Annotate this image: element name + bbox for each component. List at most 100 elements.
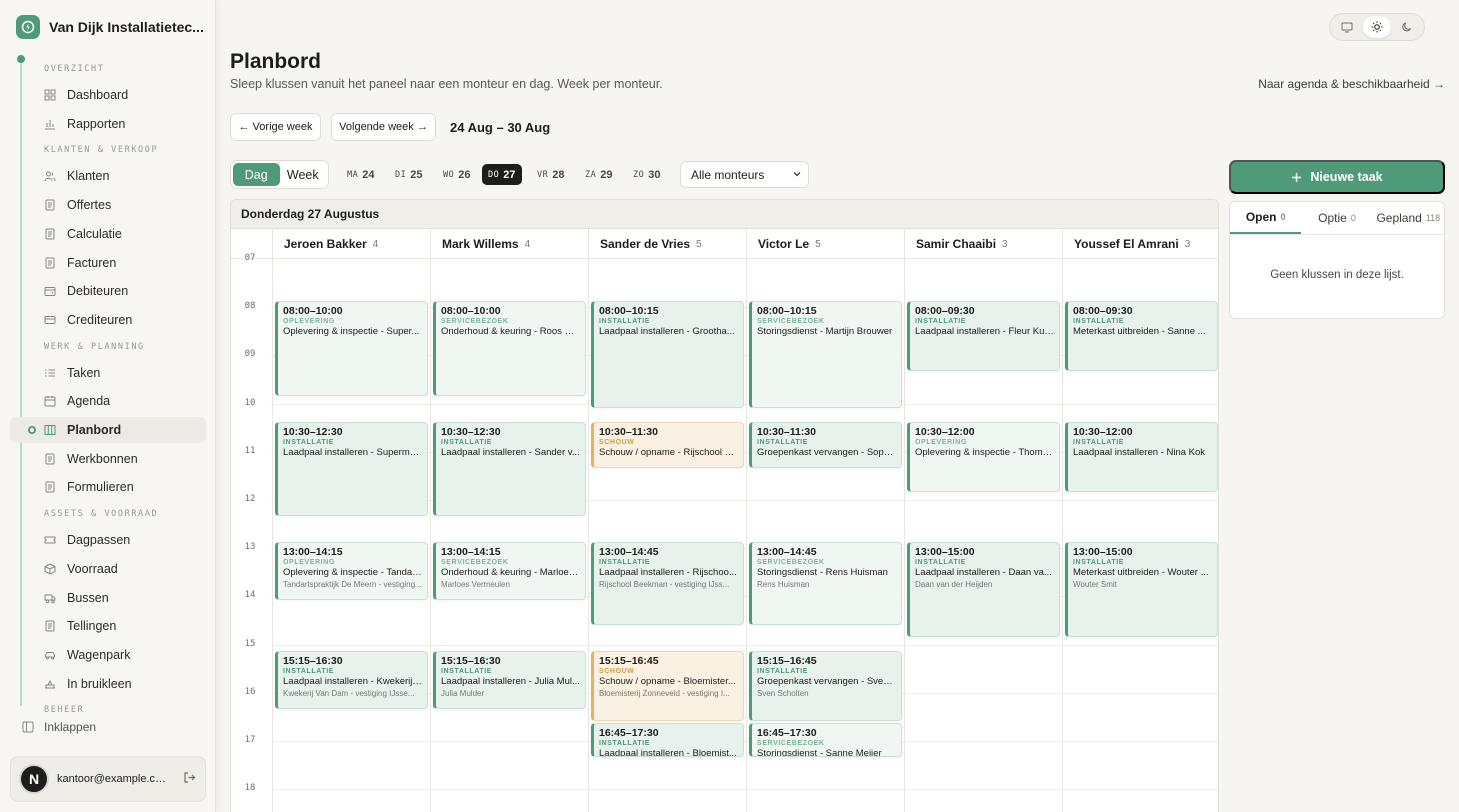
- tab-day[interactable]: Dag: [233, 163, 280, 186]
- sidebar-item-planbord[interactable]: Planbord: [10, 417, 206, 443]
- next-week-button[interactable]: Volgende week →: [331, 113, 436, 141]
- sidebar-item-debiteuren[interactable]: Debiteuren: [10, 278, 206, 304]
- job-title: Storingsdienst - Martijn Brouwer: [757, 326, 893, 338]
- job-card[interactable]: 08:00–10:15 INSTALLATIE Laadpaal installer…: [591, 301, 744, 408]
- job-card[interactable]: 10:30–12:30 INSTALLATIE Laadpaal installer…: [433, 421, 586, 517]
- job-card[interactable]: 10:30–12:00 OPLEVERING Oplevering & inspec…: [907, 421, 1060, 492]
- clipboard-icon: [44, 453, 56, 465]
- tab-optie[interactable]: Optie 0: [1301, 202, 1372, 234]
- day-di[interactable]: DI 25: [389, 164, 429, 185]
- sidebar-item-dagpassen[interactable]: Dagpassen: [10, 527, 206, 553]
- job-type-badge: SCHOUW: [599, 438, 635, 446]
- job-count: 5: [696, 238, 702, 250]
- job-card[interactable]: 08:00–10:00 SERVICEBEZOEK Onderhoud & keur…: [433, 301, 586, 396]
- job-card[interactable]: 10:30–12:30 INSTALLATIE Laadpaal installer…: [275, 421, 428, 517]
- job-card[interactable]: 13:00–15:00 INSTALLATIE Laadpaal installer…: [907, 542, 1060, 637]
- sidebar-item-bussen[interactable]: Bussen: [10, 585, 206, 611]
- job-card[interactable]: 15:15–16:45 SCHOUW Schouw / opname - Bloem…: [591, 650, 744, 721]
- hour-label: 14: [244, 590, 256, 601]
- sidebar-item-label: Calculatie: [67, 226, 122, 241]
- day-zo[interactable]: ZO 30: [627, 164, 667, 185]
- sidebar-item-facturen[interactable]: Facturen: [10, 250, 206, 276]
- collapse-button[interactable]: Inklappen: [22, 720, 96, 734]
- day-do[interactable]: DO 27: [482, 164, 522, 185]
- day-ma[interactable]: MA 24: [341, 164, 381, 185]
- sidebar-item-wagenpark[interactable]: Wagenpark: [10, 642, 206, 668]
- day-number: 26: [458, 168, 471, 181]
- job-title: Onderhoud & keuring - Marloes...: [441, 567, 582, 579]
- job-time: 10:30–11:30: [599, 425, 658, 438]
- agenda-link[interactable]: Naar agenda & beschikbaarheid →: [1258, 77, 1445, 91]
- job-card[interactable]: 08:00–09:30 INSTALLATIE Meterkast uitbreid…: [1065, 301, 1218, 372]
- hour-label: 16: [244, 686, 256, 697]
- job-type-badge: SERVICEBEZOEK: [757, 559, 825, 567]
- job-subtitle: Rens Huisman: [757, 580, 810, 590]
- collapse-label: Inklappen: [44, 720, 97, 734]
- plus-icon: [1292, 172, 1302, 182]
- tab-week[interactable]: Week: [280, 163, 327, 186]
- moon-icon[interactable]: [1393, 16, 1421, 38]
- sidebar-item-dashboard[interactable]: Dashboard: [10, 82, 206, 108]
- job-card[interactable]: 10:30–12:00 INSTALLATIE Laadpaal installer…: [1065, 421, 1218, 492]
- sidebar-item-offertes[interactable]: Offertes: [10, 192, 206, 218]
- invoice-icon: [44, 257, 56, 269]
- sidebar-item-formulieren[interactable]: Formulieren: [10, 474, 206, 500]
- user-card[interactable]: N kantoor@example.co...: [10, 756, 206, 802]
- tab-label: Optie: [1318, 211, 1347, 225]
- sidebar-item-tellingen[interactable]: Tellingen: [10, 613, 206, 639]
- job-card[interactable]: 15:15–16:45 INSTALLATIE Groepenkast vervan…: [749, 650, 902, 721]
- job-card[interactable]: 13:00–14:15 SERVICEBEZOEK Onderhoud & keur…: [433, 542, 586, 601]
- day-za[interactable]: ZA 29: [579, 164, 619, 185]
- sidebar-section-title: ASSETS & VOORRAAD: [44, 509, 159, 520]
- tab-open[interactable]: Open 0: [1230, 202, 1302, 234]
- day-name: DO: [488, 169, 500, 180]
- form-icon: [44, 481, 56, 493]
- job-type-badge: INSTALLATIE: [599, 739, 651, 747]
- job-card[interactable]: 10:30–11:30 SCHOUW Schouw / opname - Rijsc…: [591, 421, 744, 468]
- sidebar-item-label: Voorraad: [67, 561, 118, 576]
- sun-icon[interactable]: [1363, 16, 1391, 38]
- day-vr[interactable]: VR 28: [531, 164, 571, 185]
- logout-icon[interactable]: [183, 771, 196, 787]
- sidebar-item-in-bruikleen[interactable]: In bruikleen: [10, 671, 206, 697]
- new-task-button[interactable]: Nieuwe taak: [1229, 160, 1445, 194]
- sidebar-item-voorraad[interactable]: Voorraad: [10, 556, 206, 582]
- job-card[interactable]: 15:15–16:30 INSTALLATIE Laadpaal installer…: [433, 650, 586, 709]
- sidebar-item-klanten[interactable]: Klanten: [10, 163, 206, 189]
- day-name: VR: [537, 169, 549, 180]
- job-time: 10:30–12:30: [441, 425, 501, 438]
- users-icon: [44, 170, 56, 182]
- job-card[interactable]: 08:00–10:15 SERVICEBEZOEK Storingsdienst -…: [749, 301, 902, 408]
- monteur-select[interactable]: Alle monteurs: [680, 161, 809, 188]
- job-card[interactable]: 15:15–16:30 INSTALLATIE Laadpaal installer…: [275, 650, 428, 709]
- job-time: 10:30–12:00: [1073, 425, 1133, 438]
- sidebar-item-calculatie[interactable]: Calculatie: [10, 221, 206, 247]
- sidebar-item-crediteuren[interactable]: Crediteuren: [10, 307, 206, 333]
- sidebar-item-label: Formulieren: [67, 480, 134, 495]
- job-type-badge: INSTALLATIE: [757, 667, 809, 675]
- sidebar-item-agenda[interactable]: Agenda: [10, 388, 206, 414]
- job-card[interactable]: 13:00–15:00 INSTALLATIE Meterkast uitbreid…: [1065, 542, 1218, 637]
- prev-week-button[interactable]: ← Vorige week: [230, 113, 321, 141]
- job-title: Laadpaal installeren - Julia Mul...: [441, 675, 580, 687]
- hour-label: 13: [244, 542, 256, 553]
- job-card[interactable]: 10:30–11:30 INSTALLATIE Groepenkast vervan…: [749, 421, 902, 468]
- job-title: Storingsdienst - Rens Huisman: [757, 567, 888, 579]
- sidebar-item-werkbonnen[interactable]: Werkbonnen: [10, 446, 206, 472]
- job-card[interactable]: 13:00–14:45 INSTALLATIE Laadpaal installer…: [591, 542, 744, 625]
- monteur-name: Mark Willems: [442, 237, 519, 251]
- job-type-badge: INSTALLATIE: [599, 559, 651, 567]
- monitor-icon[interactable]: [1333, 16, 1361, 38]
- tab-gepland[interactable]: Gepland 118: [1373, 202, 1444, 234]
- sidebar-item-label: Tellingen: [67, 619, 117, 634]
- job-card[interactable]: 16:45–17:30 INSTALLATIE Laadpaal installer…: [591, 722, 744, 758]
- job-card[interactable]: 08:00–10:00 OPLEVERING Oplevering & inspec…: [275, 301, 428, 396]
- job-card[interactable]: 13:00–14:15 OPLEVERING Oplevering & inspec…: [275, 542, 428, 601]
- day-wo[interactable]: WO 26: [437, 164, 477, 185]
- job-card[interactable]: 16:45–17:30 SERVICEBEZOEK Storingsdienst -…: [749, 722, 902, 758]
- sidebar-item-rapporten[interactable]: Rapporten: [10, 111, 206, 137]
- sidebar-item-taken[interactable]: Taken: [10, 360, 206, 386]
- job-card[interactable]: 08:00–09:30 INSTALLATIE Laadpaal installer…: [907, 301, 1060, 372]
- job-card[interactable]: 13:00–14:45 SERVICEBEZOEK Storingsdienst -…: [749, 542, 902, 625]
- brand[interactable]: Van Dijk Installatietec...: [16, 15, 204, 39]
